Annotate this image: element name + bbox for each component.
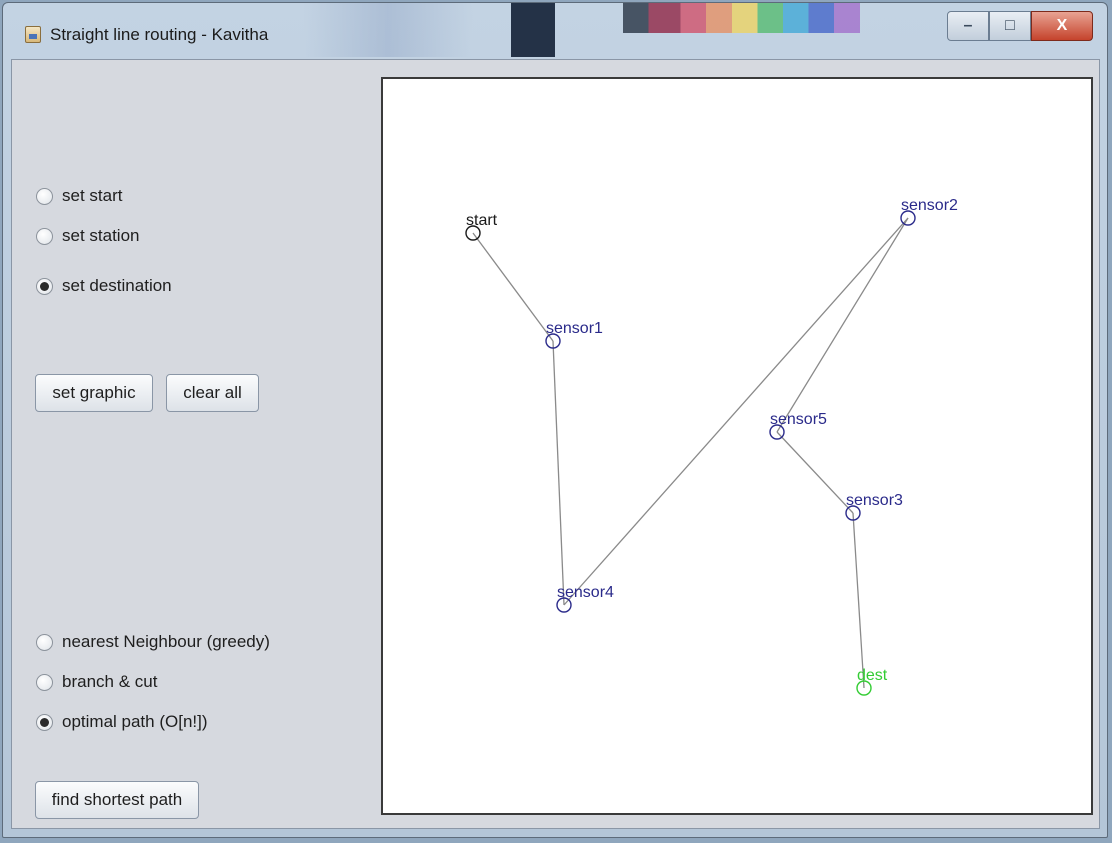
- main-panel: set start set station set destination se…: [11, 59, 1100, 829]
- graph-drawing[interactable]: start sensor1 sensor2 sensor3 sensor4 sensor5…: [383, 79, 1091, 813]
- titlebar-decoration: [623, 3, 943, 33]
- minimize-button[interactable]: –: [947, 11, 989, 41]
- app-window: Straight line routing - Kavitha – □ X se…: [2, 2, 1108, 838]
- radio-label: set start: [62, 186, 123, 205]
- edge-sensor3-dest: [852, 512, 865, 689]
- find-shortest-path-button[interactable]: find shortest path: [35, 781, 199, 819]
- set-graphic-button[interactable]: set graphic: [35, 374, 153, 412]
- radio-label: set station: [62, 226, 140, 245]
- node-label-dest: dest: [857, 667, 888, 684]
- close-button[interactable]: X: [1031, 11, 1093, 41]
- graph-canvas[interactable]: start sensor1 sensor2 sensor3 sensor4 sensor5…: [381, 77, 1093, 815]
- radio-set-station[interactable]: set station: [36, 226, 140, 246]
- radio-set-destination[interactable]: set destination: [36, 276, 172, 296]
- maximize-button[interactable]: □: [989, 11, 1031, 41]
- close-icon: X: [1056, 17, 1068, 34]
- edge-sensor2-sensor5: [776, 217, 909, 433]
- radio-branch-and-cut[interactable]: branch & cut: [36, 672, 157, 692]
- title-bar[interactable]: Straight line routing - Kavitha – □ X: [3, 3, 1107, 57]
- window-title: Straight line routing - Kavitha: [50, 25, 269, 44]
- clear-all-button[interactable]: clear all: [166, 374, 259, 412]
- node-label-sensor5: sensor5: [770, 411, 827, 428]
- edge-start-sensor1: [472, 232, 554, 342]
- radio-optimal-path[interactable]: optimal path (O[n!]): [36, 712, 208, 732]
- radio-button-circle-selected[interactable]: [36, 277, 53, 295]
- java-app-icon: [25, 26, 41, 43]
- node-label-sensor1: sensor1: [546, 320, 603, 337]
- edge-sensor1-sensor4: [552, 340, 565, 606]
- node-label-sensor2: sensor2: [901, 197, 958, 214]
- window-controls: – □ X: [947, 11, 1093, 41]
- radio-label: branch & cut: [62, 672, 158, 691]
- radio-button-circle[interactable]: [36, 633, 53, 651]
- radio-button-circle[interactable]: [36, 187, 53, 205]
- titlebar-decoration: [511, 3, 555, 57]
- radio-label: optimal path (O[n!]): [62, 712, 208, 731]
- radio-nearest-neighbour[interactable]: nearest Neighbour (greedy): [36, 632, 270, 652]
- radio-button-circle[interactable]: [36, 673, 53, 691]
- node-label-start: start: [466, 212, 498, 229]
- minimize-icon: –: [963, 17, 973, 34]
- node-label-sensor3: sensor3: [846, 492, 903, 509]
- edge-sensor5-sensor3: [776, 431, 854, 514]
- edge-sensor4-sensor2: [563, 217, 909, 606]
- radio-label: nearest Neighbour (greedy): [62, 632, 270, 651]
- radio-button-circle-selected[interactable]: [36, 713, 53, 731]
- node-label-sensor4: sensor4: [557, 584, 614, 601]
- radio-button-circle[interactable]: [36, 227, 53, 245]
- radio-label: set destination: [62, 276, 172, 295]
- maximize-icon: □: [1005, 17, 1015, 34]
- titlebar-decoration: [303, 3, 473, 57]
- radio-set-start[interactable]: set start: [36, 186, 122, 206]
